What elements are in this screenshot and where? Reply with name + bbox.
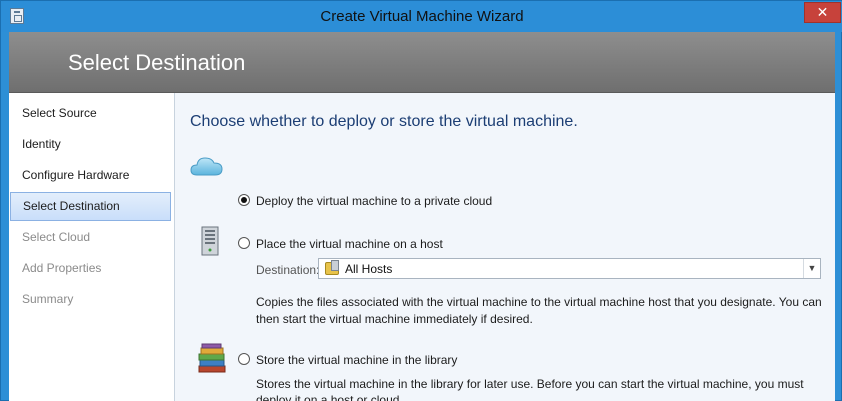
close-button[interactable]: ✕	[804, 2, 841, 23]
host-group-icon	[325, 260, 339, 275]
host-description-line1: Copies the files associated with the vir…	[256, 295, 822, 309]
wizard-client-area: Select Destination Select Source Identit…	[9, 32, 835, 401]
title-bar[interactable]: Create Virtual Machine Wizard ✕	[1, 1, 842, 32]
cloud-icon	[190, 157, 223, 176]
nav-step-summary: Summary	[22, 292, 74, 306]
option-label-private-cloud[interactable]: Deploy the virtual machine to a private …	[256, 194, 492, 208]
library-description-line2: deploy it on a host or cloud.	[256, 393, 403, 401]
nav-step-select-destination[interactable]: Select Destination	[10, 192, 171, 221]
main-content: Choose whether to deploy or store the vi…	[175, 93, 835, 401]
window-title: Create Virtual Machine Wizard	[320, 8, 524, 25]
wizard-step-nav: Select Source Identity Configure Hardwar…	[9, 93, 175, 401]
nav-step-select-cloud: Select Cloud	[22, 230, 91, 244]
page-title: Select Destination	[68, 50, 246, 75]
library-books-icon	[198, 343, 226, 373]
wizard-window: Create Virtual Machine Wizard ✕ Select D…	[0, 0, 842, 401]
nav-step-configure-hardware[interactable]: Configure Hardware	[9, 160, 174, 191]
option-label-host[interactable]: Place the virtual machine on a host	[256, 237, 443, 251]
radio-place-on-host[interactable]	[238, 237, 250, 249]
host-description-line2: then start the virtual machine immediate…	[256, 312, 533, 326]
nav-step-select-source[interactable]: Select Source	[9, 98, 174, 129]
destination-dropdown-value: All Hosts	[345, 262, 393, 276]
nav-step-identity[interactable]: Identity	[9, 129, 174, 160]
option-label-library[interactable]: Store the virtual machine in the library	[256, 353, 457, 367]
radio-deploy-private-cloud[interactable]	[238, 194, 250, 206]
destination-label: Destination:	[256, 263, 320, 277]
content-heading: Choose whether to deploy or store the vi…	[190, 113, 578, 130]
chevron-down-icon[interactable]: ▼	[803, 259, 820, 278]
radio-store-in-library[interactable]	[238, 353, 250, 365]
nav-step-add-properties: Add Properties	[22, 261, 102, 275]
server-icon	[201, 226, 219, 256]
destination-dropdown[interactable]: All Hosts ▼	[318, 258, 821, 279]
page-banner: Select Destination	[9, 32, 835, 93]
